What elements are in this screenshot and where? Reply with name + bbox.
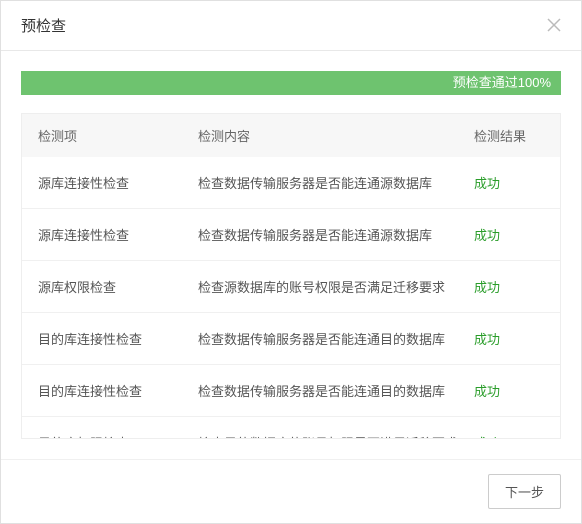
precheck-dialog: 预检查 预检查通过100% 检测项 检测内容 检测结果 源库连接性检查检查数据传…: [0, 0, 582, 524]
row-item: 目的库连接性检查: [38, 329, 198, 348]
row-result: 成功: [474, 433, 544, 438]
row-result: 成功: [474, 277, 544, 296]
check-table: 检测项 检测内容 检测结果 源库连接性检查检查数据传输服务器是否能连通源数据库成…: [21, 113, 561, 439]
row-content: 检查源数据库的账号权限是否满足迁移要求: [198, 277, 474, 296]
row-content: 检查目的数据库的账号权限是否满足迁移要求: [198, 433, 474, 438]
table-row: 目的库连接性检查检查数据传输服务器是否能连通目的数据库成功: [22, 365, 560, 417]
table-row: 目的库连接性检查检查数据传输服务器是否能连通目的数据库成功: [22, 313, 560, 365]
close-icon[interactable]: [547, 17, 561, 35]
dialog-title: 预检查: [21, 15, 66, 36]
row-result: 成功: [474, 329, 544, 348]
header-result: 检测结果: [474, 126, 544, 145]
row-item: 目的库连接性检查: [38, 381, 198, 400]
next-button[interactable]: 下一步: [488, 474, 561, 509]
row-item: 目的库权限检查: [38, 433, 198, 438]
row-result: 成功: [474, 225, 544, 244]
row-content: 检查数据传输服务器是否能连通源数据库: [198, 173, 474, 192]
row-result: 成功: [474, 381, 544, 400]
row-item: 源库权限检查: [38, 277, 198, 296]
table-row: 源库权限检查检查源数据库的账号权限是否满足迁移要求成功: [22, 261, 560, 313]
header-item: 检测项: [38, 126, 198, 145]
table-header: 检测项 检测内容 检测结果: [22, 114, 560, 157]
dialog-body: 预检查通过100% 检测项 检测内容 检测结果 源库连接性检查检查数据传输服务器…: [1, 51, 581, 459]
header-content: 检测内容: [198, 126, 474, 145]
row-item: 源库连接性检查: [38, 225, 198, 244]
progress-bar: 预检查通过100%: [21, 71, 561, 95]
table-row: 源库连接性检查检查数据传输服务器是否能连通源数据库成功: [22, 157, 560, 209]
table-row: 目的库权限检查检查目的数据库的账号权限是否满足迁移要求成功: [22, 417, 560, 438]
table-body[interactable]: 源库连接性检查检查数据传输服务器是否能连通源数据库成功源库连接性检查检查数据传输…: [22, 157, 560, 438]
row-content: 检查数据传输服务器是否能连通目的数据库: [198, 329, 474, 348]
dialog-footer: 下一步: [1, 459, 581, 523]
dialog-header: 预检查: [1, 1, 581, 51]
row-result: 成功: [474, 173, 544, 192]
row-item: 源库连接性检查: [38, 173, 198, 192]
table-row: 源库连接性检查检查数据传输服务器是否能连通源数据库成功: [22, 209, 560, 261]
row-content: 检查数据传输服务器是否能连通源数据库: [198, 225, 474, 244]
row-content: 检查数据传输服务器是否能连通目的数据库: [198, 381, 474, 400]
